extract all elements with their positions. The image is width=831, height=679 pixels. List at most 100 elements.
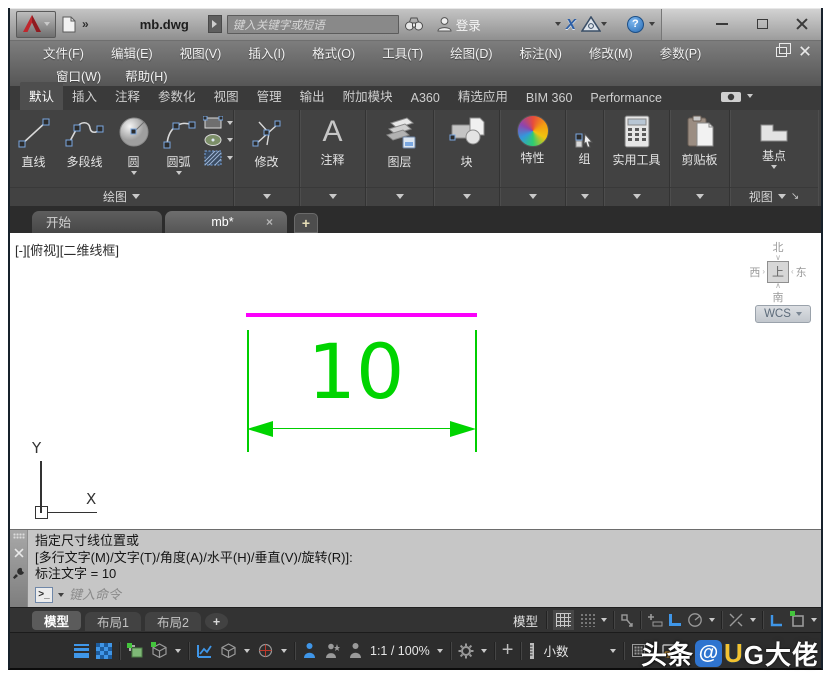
autodesk-exchange-button[interactable]: X — [566, 16, 576, 33]
ortho-mode-button[interactable] — [669, 610, 681, 630]
workspace-button[interactable] — [458, 641, 474, 661]
layout-tab-model[interactable]: 模型 — [32, 611, 81, 630]
snap-mode-button[interactable] — [580, 610, 595, 630]
command-close-icon[interactable] — [14, 548, 24, 558]
scale-caret-icon[interactable] — [437, 649, 443, 653]
polyline-tool[interactable]: 多段线 — [59, 113, 111, 170]
tab-bim360[interactable]: BIM 360 — [517, 87, 582, 110]
annotation-visibility-button[interactable] — [302, 641, 317, 661]
tab-view[interactable]: 视图 — [205, 82, 248, 110]
object-snap-tracking-button[interactable] — [728, 610, 744, 630]
maximize-button[interactable] — [749, 14, 775, 34]
tab-a360[interactable]: A360 — [402, 87, 449, 110]
lineweight-button[interactable] — [74, 641, 89, 661]
file-tab-current[interactable]: mb* × — [165, 211, 287, 233]
new-layout-button[interactable]: + — [205, 613, 228, 630]
autoscale-button[interactable] — [220, 641, 237, 661]
annotation-scale-button[interactable] — [348, 641, 363, 661]
polar-caret-icon[interactable] — [709, 618, 715, 622]
group-panel-footer[interactable] — [566, 187, 603, 206]
magenta-line[interactable] — [246, 313, 477, 317]
doc-restore-button[interactable] — [776, 45, 787, 57]
viewcube-west[interactable]: 西 — [749, 264, 760, 280]
autoscale-caret-icon[interactable] — [244, 649, 250, 653]
viewcube[interactable]: 北 ∨ 西 › 上 ‹ 东 ∧ 南 — [745, 239, 811, 305]
tab-addins[interactable]: 附加模块 — [334, 82, 402, 110]
tab-manage[interactable]: 管理 — [248, 82, 291, 110]
annotation-autoscale-button[interactable] — [324, 641, 341, 661]
properties-panel-footer[interactable] — [500, 187, 565, 206]
drag-grip-icon[interactable] — [13, 533, 25, 539]
command-caret-icon[interactable] — [58, 593, 64, 597]
viewcube-south[interactable]: 南 — [745, 289, 811, 305]
model-space-label[interactable]: 模型 — [513, 611, 538, 630]
customization-plus-button[interactable]: + — [502, 641, 514, 661]
search-button[interactable] — [404, 16, 424, 32]
dynamic-ucs-caret-icon[interactable] — [281, 649, 287, 653]
polar-tracking-button[interactable] — [687, 610, 703, 630]
transparency-button[interactable] — [96, 641, 112, 661]
circle-tool[interactable]: 圆 — [113, 113, 155, 175]
dynamic-input-button[interactable] — [647, 610, 663, 630]
viewport-controls[interactable]: [-][俯视][二维线框] — [15, 240, 119, 259]
osnap-tracking-caret-icon[interactable] — [750, 618, 756, 622]
modify-panel-footer[interactable] — [234, 187, 299, 206]
signin-button[interactable]: 登录 — [437, 15, 561, 34]
search-go-button[interactable] — [208, 15, 222, 33]
tab-annotate[interactable]: 注释 — [106, 82, 149, 110]
dynamic-ucs-button[interactable] — [257, 641, 274, 661]
layout-tab-layout1[interactable]: 布局1 — [85, 612, 141, 631]
clipboard-tool[interactable]: 剪贴板 — [672, 113, 728, 168]
help-button[interactable]: ? — [627, 16, 644, 33]
infer-constraints-button[interactable] — [620, 610, 634, 630]
menu-draw[interactable]: 绘图(D) — [450, 43, 492, 62]
menu-modify[interactable]: 修改(M) — [589, 43, 633, 62]
osnap-3d-caret-icon[interactable] — [175, 649, 181, 653]
command-input[interactable] — [69, 587, 369, 602]
draw-panel-footer[interactable]: 绘图 — [10, 187, 233, 206]
annotate-tool[interactable]: A 注释 — [310, 113, 356, 168]
units-value[interactable]: 小数 — [543, 641, 568, 660]
menu-parametric[interactable]: 参数(P) — [660, 43, 702, 62]
annotation-scale-value[interactable]: 1:1 / 100% — [370, 644, 430, 658]
new-tab-button[interactable]: + — [294, 213, 318, 233]
layout-tab-layout2[interactable]: 布局2 — [145, 612, 201, 631]
modify-tool[interactable]: 修改 — [244, 113, 290, 170]
utilities-tool[interactable]: 实用工具 — [607, 113, 667, 168]
tab-home[interactable]: 默认 — [20, 82, 63, 110]
workspace-caret-icon[interactable] — [481, 649, 487, 653]
app-menu-button[interactable] — [16, 11, 56, 38]
rectangle-tool[interactable] — [203, 116, 233, 130]
annotation-monitor-button[interactable] — [196, 641, 213, 661]
tab-parametric[interactable]: 参数化 — [149, 82, 205, 110]
drawing-canvas[interactable]: [-][俯视][二维线框] 北 ∨ 西 › 上 ‹ 东 ∧ 南 WCS 10 — [10, 233, 821, 530]
menu-tools[interactable]: 工具(T) — [382, 43, 423, 62]
block-panel-footer[interactable] — [434, 187, 499, 206]
tab-featured-apps[interactable]: 精选应用 — [449, 82, 517, 110]
viewcube-east[interactable]: 东 — [796, 264, 807, 280]
tab-close-icon[interactable]: × — [266, 215, 273, 229]
osnap-caret-icon[interactable] — [811, 618, 817, 622]
units-caret-icon[interactable] — [610, 649, 616, 653]
block-tool[interactable]: 块 — [444, 113, 490, 170]
snap-caret-icon[interactable] — [601, 618, 607, 622]
group-label[interactable]: 组 — [578, 150, 590, 167]
tab-insert[interactable]: 插入 — [63, 82, 106, 110]
menu-insert[interactable]: 插入(I) — [248, 43, 285, 62]
annotate-panel-footer[interactable] — [300, 187, 365, 206]
osnap-3d-button[interactable] — [151, 641, 168, 661]
minimize-button[interactable] — [709, 14, 735, 34]
qat-expand-button[interactable]: » — [82, 17, 89, 31]
basepoint-tool[interactable]: 基点 — [739, 113, 809, 169]
selection-cycling-button[interactable] — [127, 641, 144, 661]
menu-dimension[interactable]: 标注(N) — [520, 43, 562, 62]
layers-tool[interactable]: 图层 — [377, 113, 423, 170]
close-button[interactable] — [789, 14, 815, 34]
menu-edit[interactable]: 编辑(E) — [111, 43, 153, 62]
wcs-dropdown[interactable]: WCS — [755, 305, 811, 323]
menu-view[interactable]: 视图(V) — [180, 43, 222, 62]
utilities-panel-footer[interactable] — [604, 187, 669, 206]
doc-close-button[interactable] — [799, 45, 811, 57]
properties-tool[interactable]: 特性 — [510, 113, 556, 166]
new-file-button[interactable] — [61, 16, 77, 33]
